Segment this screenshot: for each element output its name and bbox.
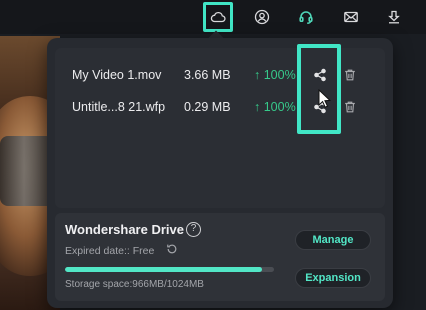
top-toolbar — [0, 0, 426, 34]
manage-button[interactable]: Manage — [295, 230, 371, 250]
cloud-button[interactable] — [203, 2, 233, 32]
share-button[interactable] — [308, 63, 332, 87]
drive-card: Wondershare Drive ? Expired date:: Free … — [55, 213, 385, 301]
upload-file-list: My Video 1.mov 3.66 MB ↑ 100% Untitle...… — [55, 48, 385, 208]
mail-icon — [344, 11, 358, 23]
storage-progress-fill — [65, 267, 263, 272]
trash-icon — [345, 101, 355, 113]
delete-button[interactable] — [341, 63, 359, 87]
expired-date: Expired date:: Free — [65, 245, 155, 257]
trash-icon — [345, 69, 355, 81]
file-row[interactable]: Untitle...8 21.wfp 0.29 MB ↑ 100% — [55, 95, 385, 119]
mouse-cursor-icon — [318, 89, 332, 108]
delete-button[interactable] — [341, 95, 359, 119]
expansion-button[interactable]: Expansion — [295, 268, 371, 288]
download-button[interactable] — [380, 4, 408, 30]
file-size: 3.66 MB — [184, 68, 231, 82]
drive-title: Wondershare Drive — [65, 222, 184, 237]
account-button[interactable] — [248, 4, 276, 30]
download-icon — [388, 10, 400, 24]
support-button[interactable] — [292, 4, 320, 30]
cloud-icon — [210, 12, 226, 23]
share-icon — [314, 68, 326, 82]
file-name: Untitle...8 21.wfp — [72, 100, 166, 114]
storage-text: Storage space:966MB/1024MB — [65, 279, 204, 290]
storage-progress-bar — [65, 267, 274, 272]
file-row[interactable]: My Video 1.mov 3.66 MB ↑ 100% — [55, 63, 385, 87]
file-size: 0.29 MB — [184, 100, 231, 114]
help-icon[interactable]: ? — [186, 222, 201, 237]
cloud-popover: My Video 1.mov 3.66 MB ↑ 100% Untitle...… — [47, 38, 393, 308]
mail-button[interactable] — [337, 4, 365, 30]
account-icon — [254, 9, 270, 25]
upload-progress: ↑ 100% — [254, 100, 296, 114]
upload-progress: ↑ 100% — [254, 68, 296, 82]
file-name: My Video 1.mov — [72, 68, 162, 82]
headset-icon — [299, 11, 313, 24]
refresh-icon[interactable] — [166, 243, 178, 255]
